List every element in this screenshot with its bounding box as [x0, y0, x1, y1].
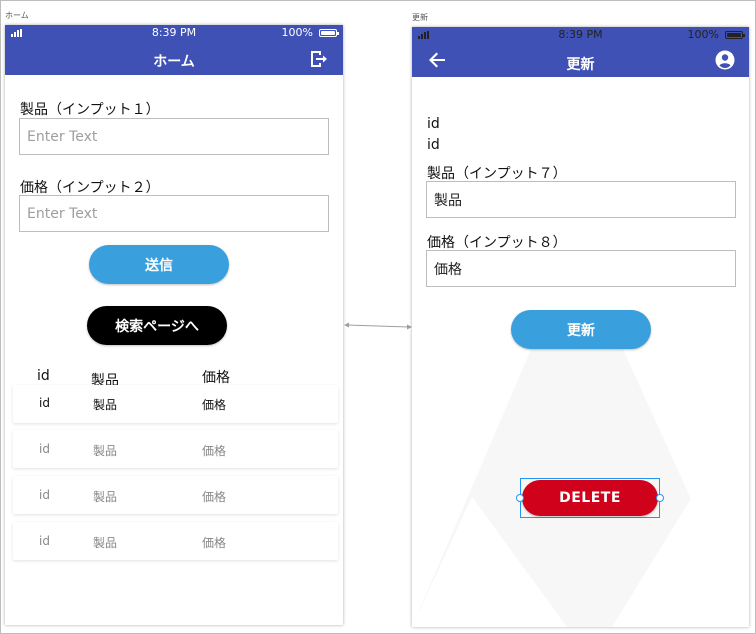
flow-connector: [344, 322, 412, 330]
resize-handle-left[interactable]: [516, 494, 524, 502]
status-battery-text: 100%: [687, 28, 719, 41]
frame-label-update: 更新: [412, 13, 428, 22]
table-row[interactable]: id 製品 価格: [13, 522, 338, 560]
status-battery-text: 100%: [281, 26, 313, 39]
row-price: 価格: [202, 444, 227, 458]
price-input[interactable]: [426, 250, 736, 287]
account-icon[interactable]: [715, 50, 735, 70]
table-row[interactable]: id 製品 価格: [13, 385, 338, 423]
id-text: id: [427, 116, 440, 132]
id-value: id: [427, 137, 440, 153]
table-header-id: id: [37, 368, 50, 384]
table-row[interactable]: id 製品 価格: [13, 476, 338, 514]
price-field-label: 価格（インプット２）: [20, 180, 160, 196]
row-price: 価格: [202, 490, 227, 504]
price-field-label: 価格（インプット８）: [427, 235, 567, 251]
row-price: 価格: [202, 398, 227, 412]
resize-handle-right[interactable]: [656, 494, 664, 502]
row-product: 製品: [93, 398, 118, 412]
battery-icon: [319, 29, 339, 37]
row-product: 製品: [93, 490, 118, 504]
status-bar: 8:39 PM 100%: [5, 25, 343, 41]
update-button[interactable]: 更新: [511, 310, 651, 349]
search-page-button[interactable]: 検索ページへ: [87, 306, 227, 345]
update-screen: 8:39 PM 100% 更新 id id 製品（インプット７） 価格（インプッ…: [412, 27, 749, 627]
frame-label-home: ホーム: [5, 11, 29, 20]
product-input[interactable]: [426, 181, 736, 218]
price-input[interactable]: [19, 195, 329, 232]
page-title: 更新: [566, 57, 595, 73]
row-id: id: [39, 442, 50, 456]
row-id: id: [39, 396, 50, 410]
submit-button[interactable]: 送信: [89, 245, 229, 284]
home-screen: 8:39 PM 100% ホーム 製品（インプット１） 価格（インプット２） 送…: [5, 25, 343, 625]
update-appbar: 8:39 PM 100% 更新: [412, 27, 749, 77]
page-title: ホーム: [153, 54, 195, 70]
home-appbar: 8:39 PM 100% ホーム: [5, 25, 343, 75]
table-row[interactable]: id 製品 価格: [13, 430, 338, 468]
battery-icon: [725, 31, 745, 39]
row-price: 価格: [202, 536, 227, 550]
product-field-label: 製品（インプット７）: [427, 166, 567, 182]
status-bar: 8:39 PM 100%: [412, 27, 749, 43]
delete-button[interactable]: DELETE: [522, 480, 658, 516]
logout-icon[interactable]: [308, 49, 328, 69]
product-field-label: 製品（インプット１）: [20, 102, 160, 118]
table-header-price: 価格: [202, 370, 230, 386]
row-product: 製品: [93, 536, 118, 550]
row-product: 製品: [93, 444, 118, 458]
row-id: id: [39, 534, 50, 548]
row-id: id: [39, 488, 50, 502]
product-input[interactable]: [19, 118, 329, 155]
